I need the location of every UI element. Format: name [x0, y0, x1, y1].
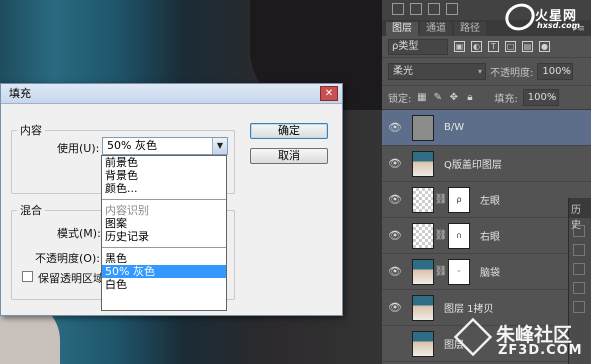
fill-label: 填充: [494, 94, 518, 105]
content-group-label: 内容 [20, 124, 42, 137]
filter-kind-select[interactable]: ρ类型 [388, 38, 448, 55]
use-label: 使用(U): [57, 142, 100, 155]
watermark-logo-ring [500, 0, 540, 36]
use-dropdown-list: 前景色 背景色 颜色... 内容识别 图案 历史记录 黑色 50% 灰色 白色 [101, 155, 227, 311]
watermark-domain: hxsd.com [537, 21, 580, 30]
option-pattern[interactable]: 图案 [102, 217, 226, 230]
visibility-eye-icon[interactable]: 👁︎ [382, 301, 408, 314]
layer-thumbnail [412, 258, 434, 285]
filter-shape-icon[interactable]: □ [505, 41, 516, 52]
history-snapshot-box[interactable] [573, 263, 585, 275]
filter-type-icon[interactable]: T [488, 41, 499, 52]
lock-label: 锁定: [388, 94, 412, 105]
layer-filter-row: ρ类型 ▣ ◐ T □ ▤ ● [382, 36, 591, 58]
lock-all-icon[interactable]: 🔒︎ [464, 92, 475, 103]
layer-thumbnail [412, 294, 434, 321]
mask-link-icon[interactable]: ⛓︎ [434, 194, 448, 205]
watermark-logo-diamond [453, 317, 493, 357]
use-select[interactable]: 50% 灰色 ▼ [102, 137, 228, 155]
option-foreground-color[interactable]: 前景色 [102, 156, 226, 169]
layer-thumbnail [412, 150, 434, 177]
layer-name: B/W [444, 122, 465, 133]
layer-mask-thumbnail[interactable]: ρ [448, 186, 470, 213]
lock-paint-icon[interactable]: ✎ [432, 92, 443, 103]
layer-row[interactable]: 👁︎ ⛓︎ ρ 左眼 [382, 182, 591, 218]
close-icon[interactable]: ✕ [320, 86, 338, 101]
history-snapshot-box[interactable] [573, 282, 585, 294]
panel-tool-icon[interactable] [392, 3, 404, 15]
option-color[interactable]: 颜色... [102, 182, 226, 195]
watermark-hxsd: 火星网 hxsd.com [500, 0, 587, 36]
preserve-transparency-checkbox[interactable] [22, 271, 33, 282]
visibility-eye-icon[interactable]: 👁︎ [382, 265, 408, 278]
watermark-zf3d: 朱峰社区 ZF3D.COM [453, 317, 588, 362]
tab-channels[interactable]: 通道 [420, 22, 452, 36]
layer-thumbnail [412, 186, 434, 213]
layer-row[interactable]: 👁︎ ⛓︎ ᵕ 脑袋 [382, 254, 591, 290]
layer-thumbnail [412, 330, 434, 357]
lock-position-icon[interactable]: ✥ [448, 92, 459, 103]
visibility-eye-icon[interactable]: 👁︎ [382, 193, 408, 206]
layer-mask-thumbnail[interactable]: ∩ [448, 222, 470, 249]
use-select-value: 50% 灰色 [107, 139, 157, 152]
filter-smart-icon[interactable]: ▤ [522, 41, 533, 52]
visibility-eye-icon[interactable]: 👁︎ [382, 229, 408, 242]
layer-row[interactable]: 👁︎ Q版盖印图层 [382, 146, 591, 182]
filter-pixel-icon[interactable]: ▣ [454, 41, 465, 52]
dialog-title-bar[interactable]: 填充 ✕ [1, 84, 342, 104]
layer-thumbnail [412, 222, 434, 249]
layer-name: 脑袋 [480, 268, 500, 279]
layer-name: 图层 1拷贝 [444, 304, 494, 315]
layer-name: Q版盖印图层 [444, 160, 502, 171]
menu-separator [102, 199, 226, 200]
filter-adjust-icon[interactable]: ◐ [471, 41, 482, 52]
filter-toggle-icon[interactable]: ● [539, 41, 550, 52]
visibility-eye-icon[interactable]: 👁︎ [382, 121, 408, 134]
cancel-button[interactable]: 取消 [250, 148, 328, 164]
layers-panel: 图层 通道 路径 ▸≡ ρ类型 ▣ ◐ T □ ▤ ● 柔光 不透明度: 100… [382, 0, 591, 364]
blend-mode-select[interactable]: 柔光 [388, 63, 486, 80]
opacity-field[interactable]: 100% [537, 63, 574, 80]
option-background-color[interactable]: 背景色 [102, 169, 226, 182]
history-tab[interactable]: 历史 [569, 198, 591, 231]
opacity-label: 不透明度: [490, 68, 534, 79]
option-50-gray[interactable]: 50% 灰色 [102, 265, 226, 278]
option-content-aware: 内容识别 [105, 204, 149, 217]
option-black[interactable]: 黑色 [102, 252, 226, 265]
mask-link-icon[interactable]: ⛓︎ [434, 266, 448, 277]
blending-group-label: 混合 [20, 204, 42, 217]
dialog-title: 填充 [9, 87, 31, 100]
tab-layers[interactable]: 图层 [386, 22, 418, 36]
mask-link-icon[interactable]: ⛓︎ [434, 230, 448, 241]
ok-button[interactable]: 确定 [250, 123, 328, 139]
lock-transparency-icon[interactable]: ▦ [416, 92, 427, 103]
history-snapshot-box[interactable] [573, 301, 585, 313]
option-white[interactable]: 白色 [102, 278, 226, 291]
lock-row: 锁定: ▦ ✎ ✥ 🔒︎ 填充: 100% [382, 86, 591, 110]
chevron-down-icon[interactable]: ▼ [212, 138, 227, 154]
layer-thumbnail [412, 114, 434, 141]
panel-tool-icon[interactable] [446, 3, 458, 15]
layer-name: 左眼 [480, 196, 500, 207]
opacity-label: 不透明度(O): [35, 252, 100, 265]
watermark-domain: ZF3D.COM [498, 343, 583, 358]
layer-row[interactable]: 👁︎ B/W [382, 110, 591, 146]
layer-row[interactable]: 👁︎ ⛓︎ ∩ 右眼 [382, 218, 591, 254]
menu-separator [102, 247, 226, 248]
layer-name: 右眼 [480, 232, 500, 243]
mode-label: 模式(M): [57, 227, 101, 240]
fill-field[interactable]: 100% [522, 89, 559, 106]
tab-paths[interactable]: 路径 [454, 22, 486, 36]
panel-tool-icon[interactable] [428, 3, 440, 15]
panel-tool-icon[interactable] [410, 3, 422, 15]
visibility-eye-icon[interactable]: 👁︎ [382, 157, 408, 170]
layer-mask-thumbnail[interactable]: ᵕ [448, 258, 470, 285]
history-snapshot-box[interactable] [573, 244, 585, 256]
blend-row: 柔光 不透明度: 100% [382, 58, 591, 86]
preserve-transparency-label: 保留透明区域 [38, 272, 104, 285]
option-history[interactable]: 历史记录 [102, 230, 226, 243]
